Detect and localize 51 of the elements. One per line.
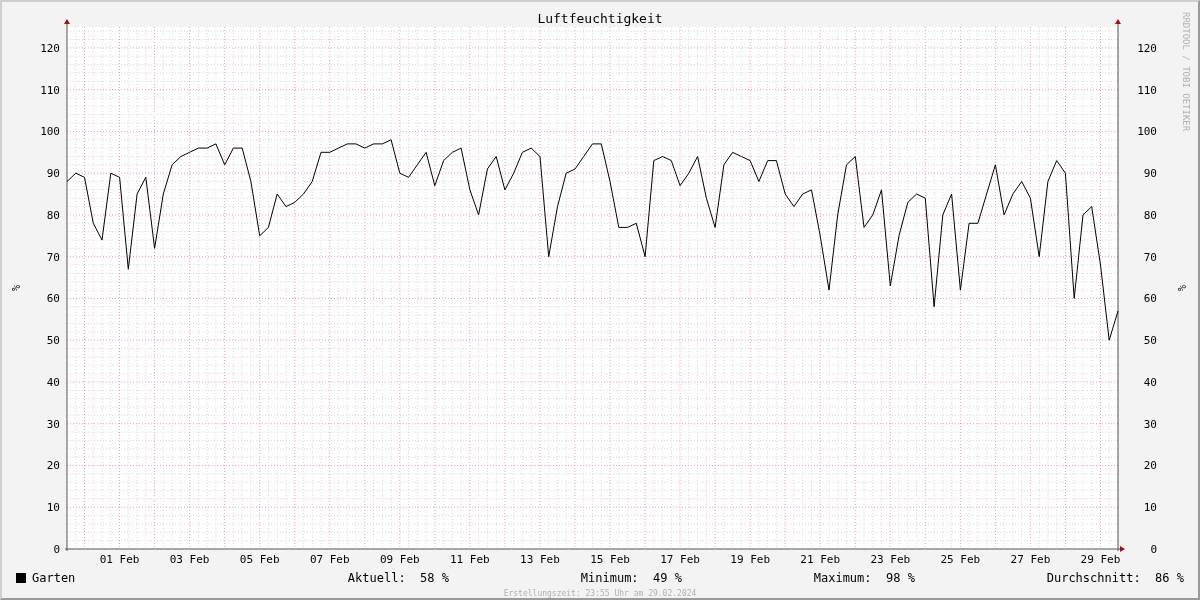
legend-stat: Durchschnitt: 86 % (1046, 571, 1184, 585)
legend-label: Garten (32, 571, 76, 585)
axis-tick-label: 11 Feb (450, 553, 490, 566)
axis-tick-label: 13 Feb (520, 553, 560, 566)
axis-tick-label: 19 Feb (730, 553, 771, 566)
legend-stat: Aktuell: 58 % (347, 571, 449, 585)
axis-tick-label: 21 Feb (800, 553, 841, 566)
axis-tick-label: 80 (46, 208, 60, 222)
axis-tick-label: 25 Feb (940, 553, 981, 566)
axis-tick-label: 09 Feb (379, 553, 420, 566)
axis-title: % (10, 285, 21, 291)
axis-tick-label: 01 Feb (99, 553, 140, 566)
axis-tick-label: 0 (53, 543, 60, 556)
axis-tick-label: 120 (1137, 41, 1157, 55)
axis-tick-label: 0 (1150, 543, 1157, 556)
axis-tick-label: 120 (40, 41, 60, 55)
footer-text: Erstellungszeit: 23:55 Uhr am 29.02.2024 (503, 589, 697, 598)
legend-stat: Minimum: 49 % (580, 571, 682, 585)
axis-tick-label: 90 (46, 167, 60, 181)
axis-tick-label: 90 (1143, 167, 1157, 181)
axis-tick-label: 60 (1143, 292, 1157, 306)
axis-tick-label: 20 (46, 459, 60, 473)
axis-tick-label: 70 (1143, 250, 1157, 264)
axis-tick-label: 03 Feb (169, 553, 210, 566)
axis-tick-label: 15 Feb (590, 553, 630, 566)
axis-tick-label: 100 (1137, 125, 1157, 139)
axis-tick-label: 110 (40, 83, 60, 97)
axis-tick-label: 27 Feb (1010, 553, 1051, 566)
credit-text: RRDTOOL / TOBI OETIKER (1181, 12, 1191, 132)
axis-tick-label: 30 (46, 417, 60, 431)
axis-tick-label: 29 Feb (1080, 553, 1121, 566)
axis-title: % (1176, 285, 1187, 291)
axis-tick-label: 100 (40, 125, 60, 139)
chart-title: Luftfeuchtigkeit (537, 11, 663, 26)
axis-tick-label: 70 (46, 250, 60, 264)
axis-tick-label: 23 Feb (870, 553, 911, 566)
axis-tick-label: 10 (1143, 501, 1157, 515)
axis-tick-label: 80 (1143, 208, 1157, 222)
axis-tick-label: 07 Feb (309, 553, 350, 566)
axis-tick-label: 110 (1137, 83, 1157, 97)
axis-tick-label: 30 (1143, 417, 1157, 431)
axis-tick-label: 20 (1143, 459, 1157, 473)
axis-tick-label: 17 Feb (660, 553, 700, 566)
axis-tick-label: 40 (1143, 375, 1157, 389)
axis-tick-label: 40 (46, 375, 60, 389)
axis-tick-label: 50 (46, 334, 60, 348)
axis-tick-label: 50 (1143, 334, 1157, 348)
axis-tick-label: 10 (46, 501, 60, 515)
axis-tick-label: 60 (46, 292, 60, 306)
legend-stat: Maximum: 98 % (813, 571, 915, 585)
axis-tick-label: 05 Feb (239, 553, 280, 566)
